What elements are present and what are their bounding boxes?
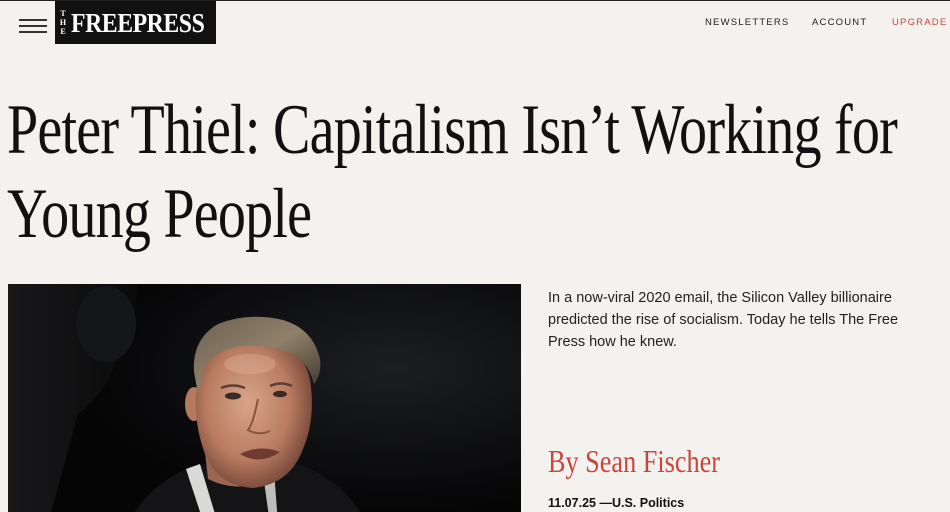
headline-line: Peter Thiel: Capitalism Isn’t Working fo… <box>7 91 898 169</box>
byline-author-link[interactable]: By Sean Fischer <box>548 441 720 481</box>
hero-photo <box>8 284 521 512</box>
logo-the-letter: E <box>60 27 66 36</box>
article-date: 11.07.25 <box>548 496 596 510</box>
section-link[interactable]: U.S. Politics <box>612 496 684 510</box>
nav-newsletters-link[interactable]: NEWSLETTERS <box>705 17 789 28</box>
article-dek: In a now-viral 2020 email, the Silicon V… <box>548 290 899 350</box>
hamburger-menu-icon[interactable] <box>19 18 47 34</box>
nav-upgrade-link[interactable]: UPGRADE <box>892 17 947 28</box>
meta-separator: — <box>599 496 612 510</box>
article-headline: Peter Thiel: Capitalism Isn’t Working fo… <box>7 88 947 256</box>
site-logo[interactable]: T H E FREEPRESS <box>55 1 216 44</box>
menu-line <box>19 25 47 27</box>
logo-the: T H E <box>58 9 68 36</box>
logo-the-letter: H <box>59 18 67 27</box>
portrait-image <box>8 284 521 512</box>
logo-the-letter: T <box>60 9 66 18</box>
menu-line <box>19 19 47 21</box>
logo-wordmark: FREEPRESS <box>71 8 205 38</box>
headline-line: Young People <box>7 175 312 253</box>
article-page: T H E FREEPRESS NEWSLETTERS ACCOUNT UPGR… <box>0 0 950 512</box>
article-meta: 11.07.25 —U.S. Politics <box>548 496 684 510</box>
menu-line <box>19 31 47 33</box>
nav-account-link[interactable]: ACCOUNT <box>812 17 867 28</box>
